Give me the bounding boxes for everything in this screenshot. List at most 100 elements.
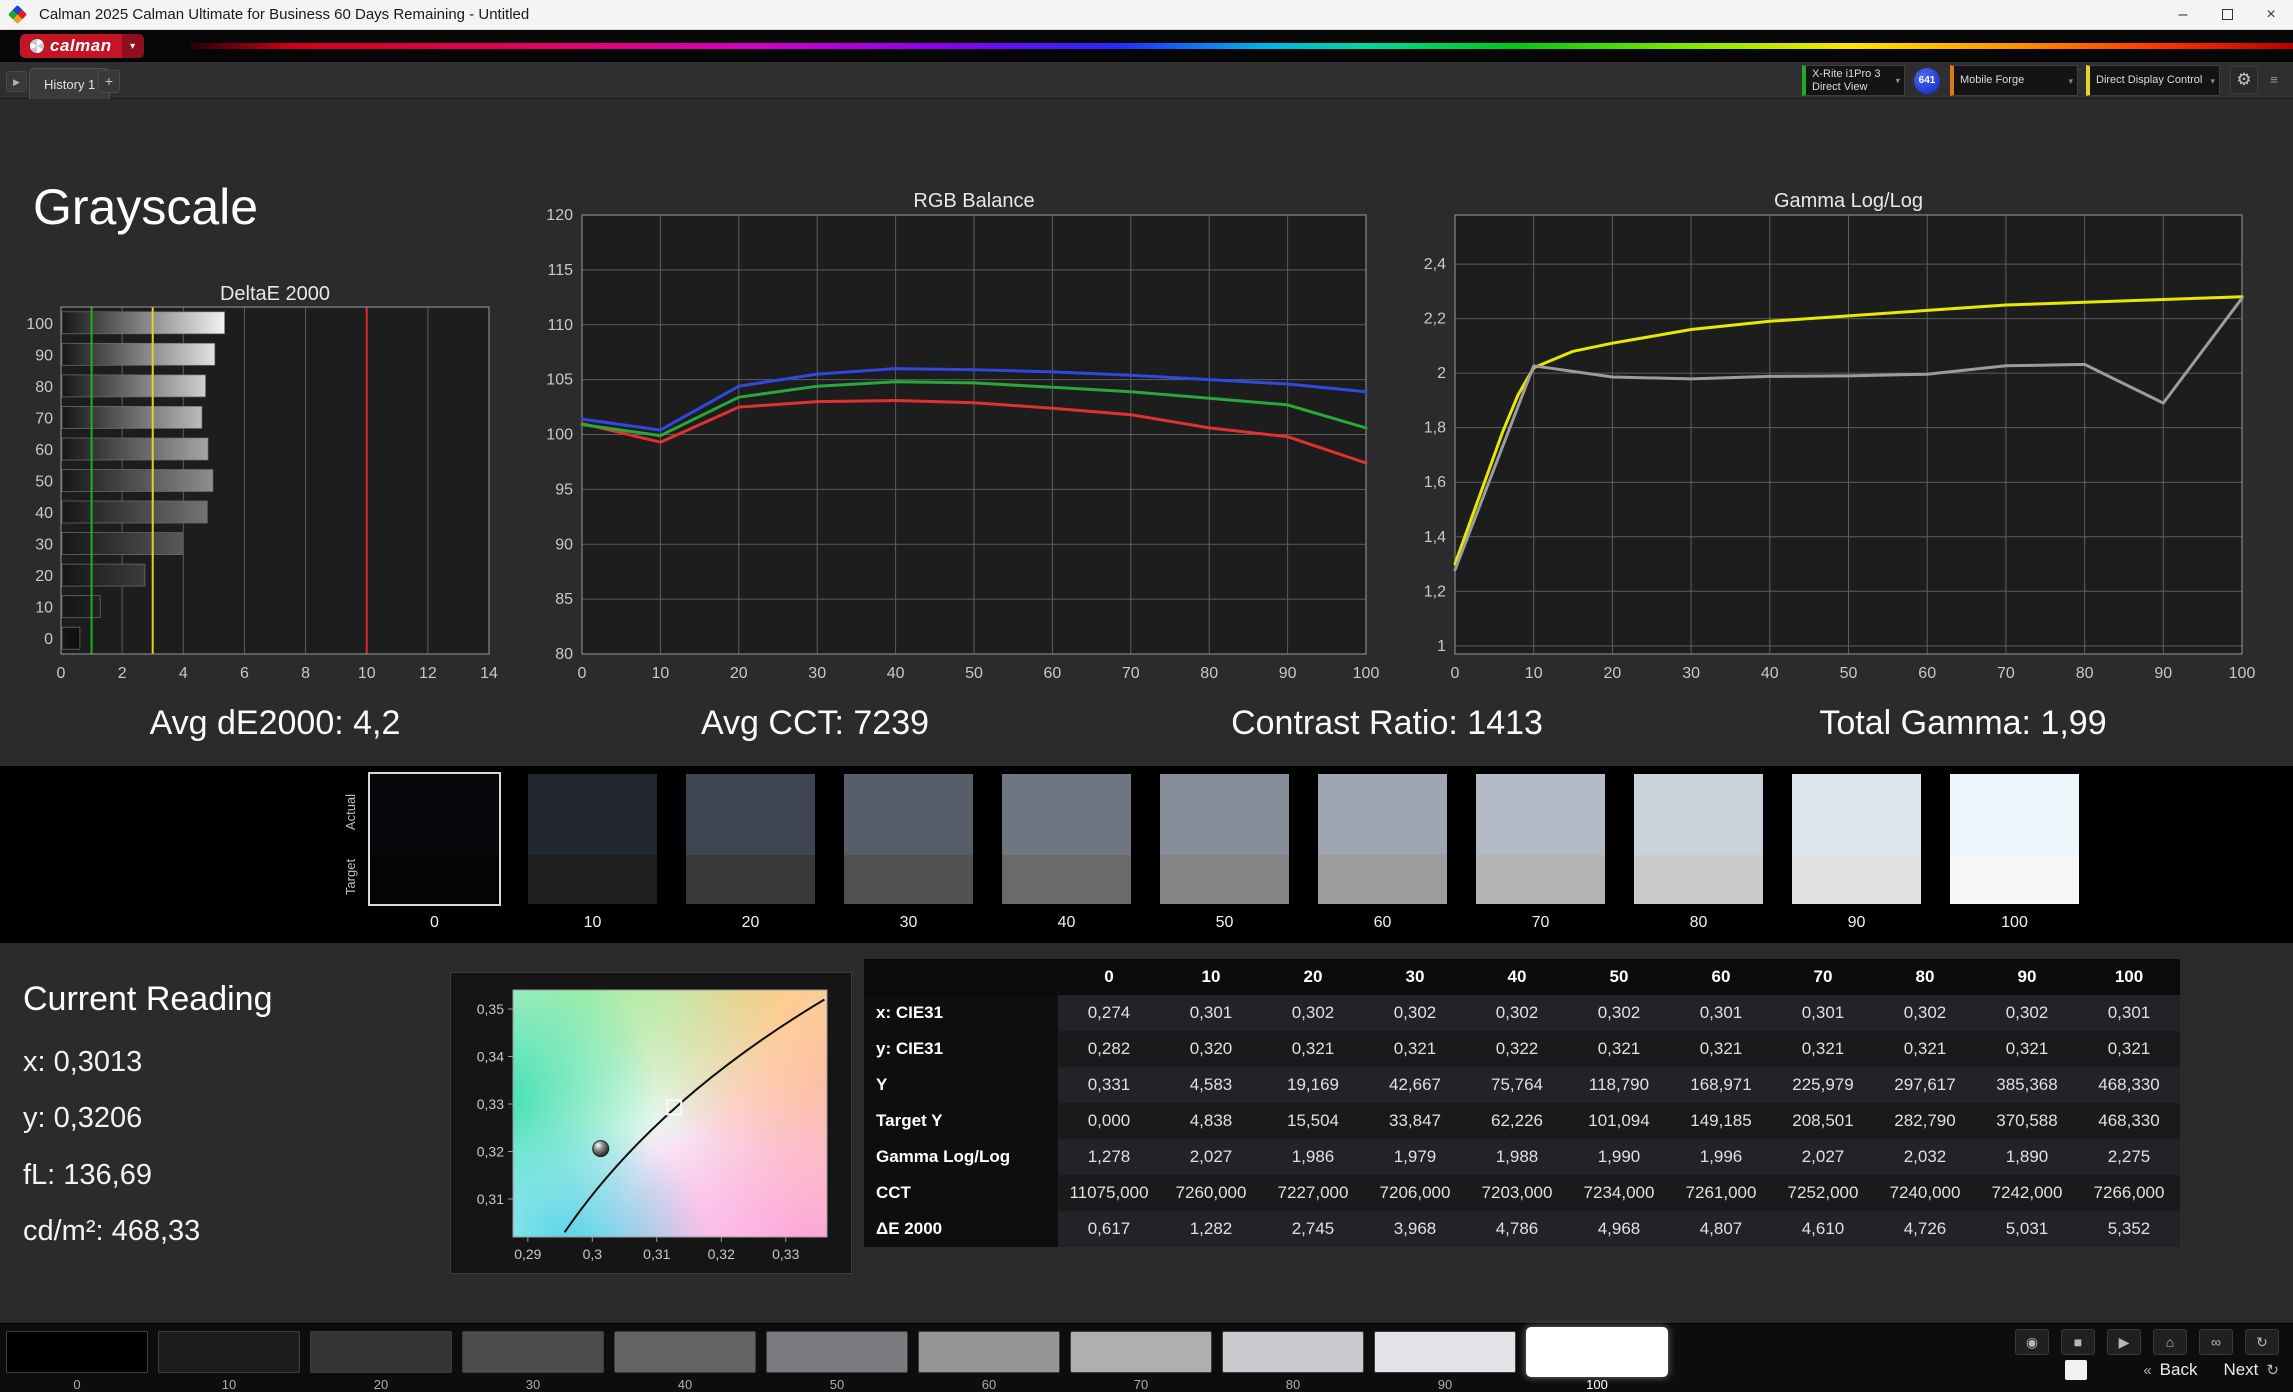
svg-text:0,33: 0,33 [772,1246,799,1262]
table-cell: 0,274 [1058,995,1160,1031]
svg-text:0,32: 0,32 [708,1246,735,1262]
back-button[interactable]: « Back [2143,1360,2197,1380]
table-cell: 385,368 [1976,1067,2078,1103]
cie-actual-marker [593,1141,609,1157]
logo-bar: calman ▾ [0,30,2293,62]
patch-button-20[interactable] [310,1331,452,1373]
table-col-header: 60 [1670,959,1772,995]
play-icon[interactable]: ▶ [2107,1329,2141,1355]
patch-button-90[interactable] [1374,1331,1516,1373]
svg-text:50: 50 [35,474,53,491]
table-cell: 370,588 [1976,1103,2078,1139]
svg-text:2,4: 2,4 [1424,256,1446,273]
maximize-button[interactable] [2205,0,2249,29]
calman-menu-button[interactable]: calman ▾ [20,34,144,58]
back-label: Back [2160,1360,2198,1380]
swatch-target [686,855,815,904]
patch-button-30[interactable] [462,1331,604,1373]
svg-text:4: 4 [179,665,188,682]
stop-icon[interactable]: ■ [2061,1329,2095,1355]
svg-text:0,31: 0,31 [643,1246,670,1262]
patch-button-80[interactable] [1222,1331,1364,1373]
next-button[interactable]: Next ↻ [2223,1360,2279,1380]
table-cell: 0,321 [1262,1031,1364,1067]
table-row-label: ΔE 2000 [864,1211,1058,1247]
grayscale-swatch-70 [1476,774,1605,904]
table-cell: 1,986 [1262,1139,1364,1175]
svg-text:0,3: 0,3 [583,1246,603,1262]
table-cell: 7234,000 [1568,1175,1670,1211]
table-col-header: 50 [1568,959,1670,995]
grayscale-swatch-100 [1950,774,2079,904]
table-cell: 0,331 [1058,1067,1160,1103]
patch-window-button[interactable] [2065,1360,2087,1380]
refresh-icon[interactable]: ↻ [2245,1329,2279,1355]
table-cell: 7252,000 [1772,1175,1874,1211]
table-row-label: Target Y [864,1103,1058,1139]
patch-button-50[interactable] [766,1331,908,1373]
table-row: y: CIE310,2820,3200,3210,3210,3220,3210,… [864,1031,2180,1067]
patch-button-10[interactable] [158,1331,300,1373]
calman-logo[interactable]: calman [20,34,122,58]
grayscale-swatch-0 [370,774,499,904]
display-control-dropdown[interactable]: Direct Display Control ▾ [2086,65,2220,96]
history-expand-button[interactable]: ▶ [6,71,27,92]
table-header-row: 0102030405060708090100 [864,959,2180,995]
svg-text:1,2: 1,2 [1424,583,1446,600]
patch-button-60[interactable] [918,1331,1060,1373]
svg-text:20: 20 [730,665,748,682]
meter-dropdown[interactable]: X-Rite i1Pro 3 Direct View ▾ [1802,65,1905,96]
menu-icon[interactable]: ≡ [2264,71,2284,89]
patch-button-label: 80 [1222,1377,1364,1392]
table-cell: 2,275 [2078,1139,2180,1175]
patch-button-label: 100 [1526,1377,1668,1392]
svg-text:10: 10 [358,665,376,682]
table-cell: 62,226 [1466,1103,1568,1139]
table-cell: 4,838 [1160,1103,1262,1139]
svg-text:2,2: 2,2 [1424,311,1446,328]
svg-text:90: 90 [1279,665,1297,682]
svg-text:6: 6 [240,665,249,682]
table-cell: 101,094 [1568,1103,1670,1139]
add-tab-button[interactable]: + [98,70,120,93]
table-cell: 7242,000 [1976,1175,2078,1211]
chevron-down-icon[interactable]: ▾ [122,34,144,58]
table-row: x: CIE310,2740,3010,3020,3020,3020,3020,… [864,995,2180,1031]
camera-icon[interactable]: ◉ [2015,1329,2049,1355]
swatch-actual [1476,774,1605,855]
table-cell: 4,807 [1670,1211,1772,1247]
patch-button-100[interactable] [1526,1327,1668,1377]
gear-icon[interactable]: ⚙ [2230,66,2258,94]
table-cell: 297,617 [1874,1067,1976,1103]
minimize-button[interactable]: – [2161,0,2205,29]
swatch-target [1950,855,2079,904]
gamma-chart: 010203040506070809010011,21,41,61,822,22… [1393,196,2273,688]
deltae-chart: 024681012141009080706050403020100 [8,296,508,696]
patch-button-40[interactable] [614,1331,756,1373]
patch-button-0[interactable] [6,1331,148,1373]
table-cell: 1,990 [1568,1139,1670,1175]
patch-button-70[interactable] [1070,1331,1212,1373]
close-button[interactable]: × [2249,0,2293,29]
svg-text:50: 50 [965,665,983,682]
table-cell: 118,790 [1568,1067,1670,1103]
grayscale-swatch-10 [528,774,657,904]
svg-text:90: 90 [35,347,53,364]
table-cell: 7266,000 [2078,1175,2180,1211]
grayscale-swatch-90 [1792,774,1921,904]
home-icon[interactable]: ⌂ [2153,1329,2187,1355]
next-icon: ↻ [2266,1361,2279,1379]
swatch-target [528,855,657,904]
grayscale-swatch-80 [1634,774,1763,904]
svg-text:100: 100 [26,316,53,333]
table-cell: 75,764 [1466,1067,1568,1103]
svg-text:0,33: 0,33 [477,1096,504,1112]
swatch-label: 0 [370,914,499,932]
continuous-measure-icon[interactable]: ∞ [2199,1329,2233,1355]
calman-pinwheel-icon [30,39,44,53]
next-label: Next [2223,1360,2258,1380]
source-dropdown[interactable]: Mobile Forge ▾ [1950,65,2078,96]
table-col-header: 80 [1874,959,1976,995]
table-cell: 2,032 [1874,1139,1976,1175]
table-col-header: 100 [2078,959,2180,995]
